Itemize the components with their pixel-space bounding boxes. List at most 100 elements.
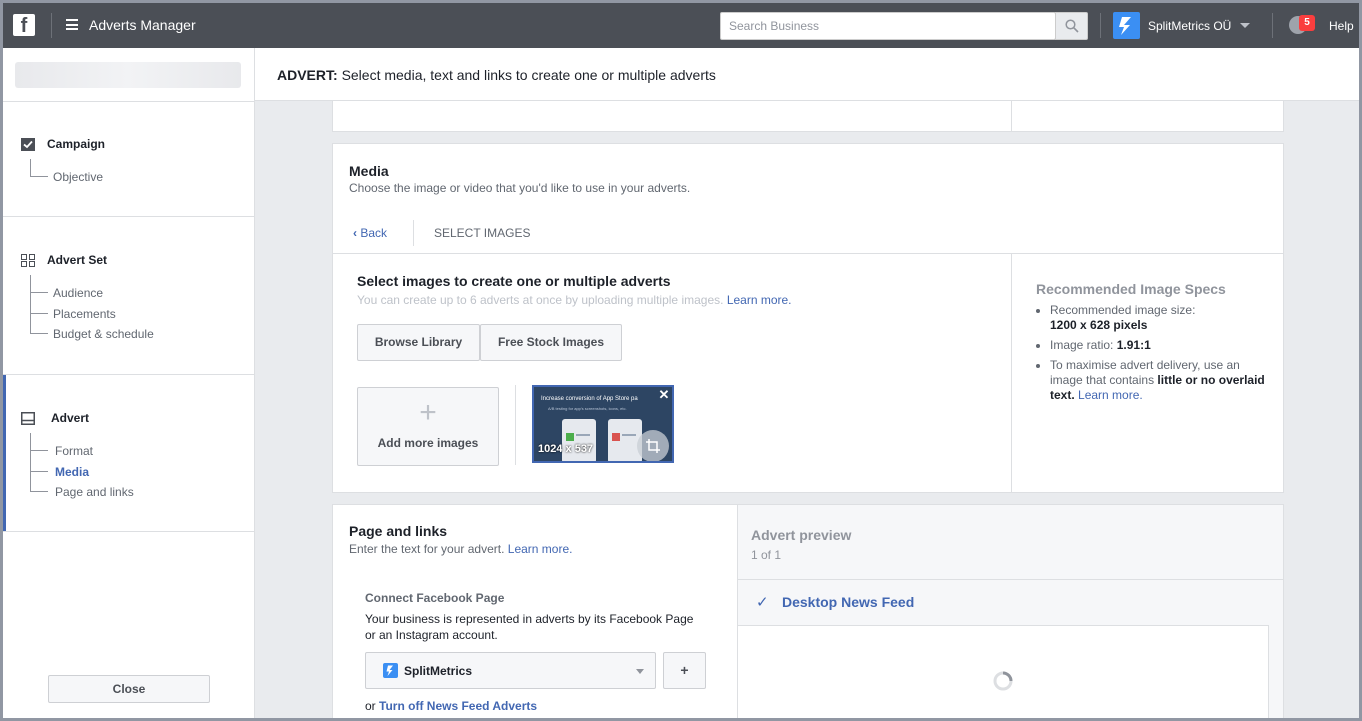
chevron-down-icon[interactable] [1240, 23, 1250, 28]
search-icon [1065, 19, 1079, 33]
divider [1100, 13, 1101, 38]
connect-page-title: Connect Facebook Page [365, 591, 505, 605]
add-page-button[interactable]: + [663, 652, 706, 689]
page-and-links-subtitle: Enter the text for your advert. Learn mo… [349, 542, 572, 556]
close-button[interactable]: Close [48, 675, 210, 703]
sidebar-item-budget-schedule[interactable]: Budget & schedule [53, 327, 154, 341]
sidebar-item-placements[interactable]: Placements [53, 307, 116, 321]
tree-line [30, 159, 31, 176]
select-images-title: Select images to create one or multiple … [357, 273, 671, 289]
sidebar-section-campaign[interactable]: Campaign [47, 137, 105, 151]
image-thumbnail[interactable]: Increase conversion of App Store pa A/B … [532, 385, 674, 463]
page-title-text: Select media, text and links to create o… [341, 67, 716, 83]
divider [3, 101, 254, 102]
breadcrumb-select-images: SELECT IMAGES [434, 226, 531, 240]
close-icon[interactable]: ✕ [657, 388, 671, 402]
divider [413, 220, 414, 246]
grid-icon [21, 254, 35, 267]
divider [3, 531, 254, 532]
turn-off-news-feed-link[interactable]: Turn off News Feed Adverts [379, 699, 537, 713]
turn-off-row: or Turn off News Feed Adverts [365, 699, 537, 713]
business-name[interactable]: SplitMetrics OÜ [1148, 19, 1231, 33]
crop-icon[interactable] [637, 430, 669, 461]
divider [3, 216, 254, 217]
thumbnail-phone-mockup [562, 419, 596, 461]
learn-more-link[interactable]: Learn more. [508, 542, 573, 556]
specs-size-value: 1200 x 628 pixels [1050, 318, 1148, 332]
thumbnail-caption: Increase conversion of App Store pa [541, 396, 638, 402]
tree-line [30, 433, 31, 492]
plus-icon: + [419, 396, 437, 429]
tree-line [30, 471, 48, 472]
divider [1272, 13, 1273, 38]
tree-line [30, 491, 48, 492]
business-logo-icon[interactable] [1113, 12, 1140, 39]
tree-line [30, 450, 48, 451]
page-title: ADVERT: Select media, text and links to … [277, 67, 716, 83]
tree-line [30, 313, 48, 314]
notification-badge[interactable]: 5 [1299, 15, 1315, 31]
sidebar-item-audience[interactable]: Audience [53, 286, 103, 300]
page-header: ADVERT: Select media, text and links to … [255, 48, 1359, 101]
thumbnail-graphic [622, 434, 636, 436]
account-selector[interactable] [15, 62, 241, 88]
browse-library-button[interactable]: Browse Library [357, 324, 480, 361]
connect-page-text: Your business is represented in adverts … [365, 612, 694, 642]
specs-ratio-label: Image ratio: [1050, 338, 1114, 352]
sidebar-section-advert-set[interactable]: Advert Set [47, 253, 107, 267]
media-subtitle: Choose the image or video that you'd lik… [349, 181, 691, 195]
placement-desktop-news-feed[interactable]: Desktop News Feed [782, 594, 914, 610]
specs-size: Recommended image size:1200 x 628 pixels [1050, 303, 1268, 333]
tree-line [30, 292, 48, 293]
add-more-images-button[interactable]: + Add more images [357, 387, 499, 466]
sidebar-item-media[interactable]: Media [55, 465, 89, 479]
sidebar-item-page-and-links[interactable]: Page and links [55, 485, 134, 499]
specs-size-label: Recommended image size: [1050, 303, 1196, 317]
thumbnail-graphic [612, 433, 620, 441]
tree-line [30, 275, 31, 333]
thumbnail-graphic [576, 434, 590, 436]
sidebar-item-objective[interactable]: Objective [53, 170, 103, 184]
divider [333, 253, 1283, 254]
search-input[interactable]: Search Business [720, 12, 1056, 40]
hamburger-menu-icon[interactable] [66, 19, 78, 30]
previous-section-card [332, 101, 1284, 132]
sidebar-item-format[interactable]: Format [55, 444, 93, 458]
advert-preview-title: Advert preview [751, 527, 852, 543]
help-link[interactable]: Help [1329, 19, 1354, 33]
learn-more-link[interactable]: Learn more. [727, 293, 792, 307]
specs-list: Recommended image size:1200 x 628 pixels… [1036, 303, 1268, 403]
specs-ratio-value: 1.91:1 [1116, 338, 1151, 352]
page-and-links-subtitle-text: Enter the text for your advert. [349, 542, 505, 556]
back-label: Back [360, 226, 388, 240]
or-label: or [365, 699, 376, 713]
page-and-links-title: Page and links [349, 523, 448, 539]
app-title[interactable]: Adverts Manager [89, 17, 196, 33]
tree-line [30, 333, 48, 334]
advert-preview-count: 1 of 1 [751, 548, 782, 562]
select-images-subtitle-text: You can create up to 6 adverts at once b… [357, 293, 724, 307]
divider [515, 385, 516, 465]
free-stock-images-button[interactable]: Free Stock Images [480, 324, 622, 361]
sidebar: Campaign Objective Advert Set Audience P… [3, 48, 255, 718]
search-button[interactable] [1055, 12, 1088, 40]
thumbnail-graphic [566, 433, 574, 441]
page-title-prefix: ADVERT: [277, 67, 338, 83]
divider [738, 579, 1283, 580]
chevron-left-icon: ‹ [353, 226, 357, 240]
specs-learn-more-link[interactable]: Learn more. [1078, 388, 1143, 402]
sidebar-section-advert[interactable]: Advert [51, 411, 89, 425]
advert-icon [21, 412, 35, 425]
app-frame: f Adverts Manager Search Business SplitM… [0, 0, 1362, 721]
advert-preview-card: Advert preview 1 of 1 ✓ Desktop News Fee… [737, 504, 1284, 718]
page-select[interactable]: SplitMetrics [365, 652, 656, 689]
back-link[interactable]: ‹ Back [353, 226, 387, 240]
divider [1011, 101, 1012, 131]
loading-spinner-icon [993, 671, 1013, 691]
thumbnail-subcaption: A/B testing for app's screenshots, icons… [548, 406, 627, 411]
image-size-label: 1024 x 537 [538, 443, 594, 455]
specs-delivery: To maximise advert delivery, use an imag… [1050, 358, 1268, 403]
specs-ratio: Image ratio: 1.91:1 [1050, 338, 1268, 353]
media-card: Media Choose the image or video that you… [332, 143, 1284, 493]
facebook-logo-icon[interactable]: f [13, 14, 35, 36]
